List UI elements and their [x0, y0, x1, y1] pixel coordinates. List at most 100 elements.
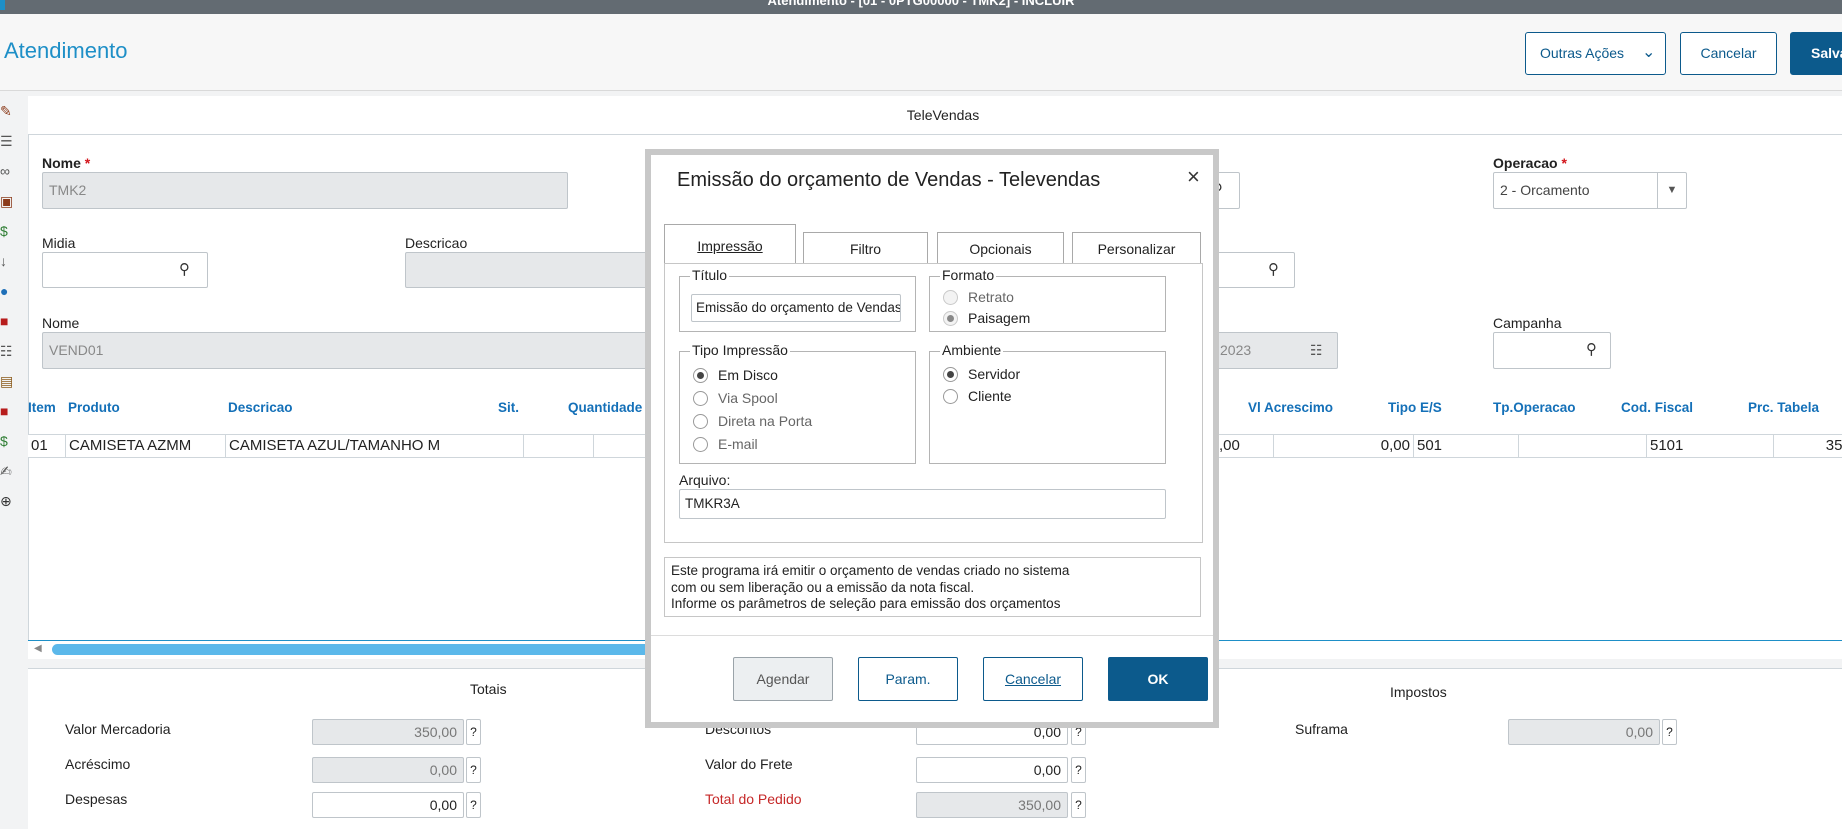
- dialog-description: Este programa irá emitir o orçamento de …: [664, 557, 1201, 617]
- close-icon[interactable]: ×: [1187, 164, 1200, 190]
- campanha-field[interactable]: ⚲: [1493, 332, 1611, 369]
- cell-tipo-es: 501: [1414, 435, 1519, 457]
- description-line: com ou sem liberação ou a emissão da not…: [671, 579, 975, 595]
- grid-header-item[interactable]: Item: [28, 400, 56, 415]
- search-icon[interactable]: ⚲: [179, 260, 190, 278]
- valor-mercadoria-field[interactable]: 350,00: [312, 719, 464, 745]
- acrescimo-field[interactable]: 0,00: [312, 757, 464, 783]
- despesas-field[interactable]: 0,00: [312, 792, 464, 818]
- grid-header-prc-tabela[interactable]: Prc. Tabela: [1748, 400, 1819, 415]
- clipboard-icon[interactable]: ☷: [0, 341, 14, 361]
- help-button[interactable]: ?: [466, 792, 481, 818]
- scroll-thumb[interactable]: [52, 644, 672, 655]
- retrato-radio[interactable]: [943, 290, 958, 305]
- more-actions-label: Outras Ações: [1540, 45, 1625, 61]
- email-radio[interactable]: [693, 437, 708, 452]
- grid-header-quantidade[interactable]: Quantidade: [568, 400, 642, 415]
- em-disco-radio[interactable]: [693, 368, 708, 383]
- tab-filtro-label: Filtro: [849, 241, 882, 257]
- tab-impostos[interactable]: Impostos: [1390, 684, 1447, 700]
- tab-opcionais-label: Opcionais: [969, 241, 1032, 257]
- help-button[interactable]: ?: [466, 719, 481, 745]
- grid-header-produto[interactable]: Produto: [68, 400, 120, 415]
- grid-header-vl-acrescimo[interactable]: Vl Acrescimo: [1248, 400, 1333, 415]
- cell-descricao: CAMISETA AZUL/TAMANHO M: [226, 435, 524, 457]
- tab-personalizar[interactable]: Personalizar: [1072, 232, 1201, 263]
- cliente-radio[interactable]: [943, 389, 958, 404]
- package-icon[interactable]: ■: [0, 311, 14, 331]
- dialog-cancel-button[interactable]: Cancelar: [983, 657, 1083, 701]
- tab-impressao-label: Impressão: [697, 238, 763, 254]
- direta-porta-radio[interactable]: [693, 414, 708, 429]
- help-button[interactable]: ?: [466, 757, 481, 783]
- midia-field[interactable]: ⚲: [42, 252, 208, 288]
- money-icon[interactable]: $: [0, 221, 14, 241]
- grid-header-cod-fiscal[interactable]: Cod. Fiscal: [1621, 400, 1693, 415]
- suframa-field[interactable]: 0,00: [1508, 719, 1660, 745]
- edit-icon[interactable]: ✎: [0, 101, 14, 121]
- cliente-label: Cliente: [968, 388, 1012, 404]
- scroll-left-icon[interactable]: ◀: [34, 643, 42, 654]
- suframa-label: Suframa: [1295, 721, 1348, 737]
- paisagem-radio[interactable]: [943, 311, 958, 326]
- tab-impressao[interactable]: Impressão: [664, 224, 796, 264]
- page-title: Atendimento: [4, 38, 128, 63]
- more-actions-button[interactable]: Outras Ações ⌄: [1525, 32, 1666, 75]
- descricao-field[interactable]: [405, 252, 655, 288]
- report-icon[interactable]: ▤: [0, 371, 14, 391]
- date-value: 2023: [1220, 342, 1252, 358]
- via-spool-radio[interactable]: [693, 391, 708, 406]
- save-button[interactable]: Salvar: [1790, 32, 1842, 75]
- notes-icon[interactable]: ✍: [0, 461, 14, 481]
- link-icon[interactable]: ∞: [0, 161, 14, 181]
- vendedor-field[interactable]: VEND01: [42, 332, 662, 369]
- servidor-radio[interactable]: [943, 367, 958, 382]
- cancel-button[interactable]: Cancelar: [1680, 32, 1777, 75]
- help-button[interactable]: ?: [1662, 719, 1677, 745]
- formato-legend: Formato: [940, 267, 997, 283]
- caret-down-icon: ▼: [1657, 173, 1686, 208]
- paisagem-label: Paisagem: [968, 310, 1031, 326]
- cell-cod-fiscal: 5101: [1647, 435, 1774, 457]
- tab-televendas[interactable]: TeleVendas: [28, 96, 1842, 135]
- grid-header-descricao[interactable]: Descricao: [228, 400, 293, 415]
- grid-header-sit[interactable]: Sit.: [498, 400, 519, 415]
- valor-mercadoria-label: Valor Mercadoria: [65, 721, 171, 737]
- cell-produto: CAMISETA AZMM: [66, 435, 226, 457]
- document-icon[interactable]: ☰: [0, 131, 14, 151]
- help-button[interactable]: ?: [1071, 792, 1086, 818]
- tab-opcionais[interactable]: Opcionais: [937, 232, 1064, 263]
- lock-icon[interactable]: ⊕: [0, 491, 14, 511]
- help-button[interactable]: ?: [1071, 757, 1086, 783]
- tab-filtro[interactable]: Filtro: [803, 232, 928, 263]
- titulo-input[interactable]: Emissão do orçamento de Vendas: [691, 294, 901, 322]
- arquivo-input[interactable]: TMKR3A: [679, 489, 1166, 519]
- grid-header-tp-operacao[interactable]: Tp.Operacao: [1493, 400, 1576, 415]
- valor-frete-field[interactable]: 0,00: [916, 757, 1068, 783]
- dialog-footer-divider: [651, 635, 1213, 636]
- retrato-label: Retrato: [968, 289, 1014, 305]
- nome-label: Nome *: [42, 155, 90, 171]
- nome-field[interactable]: TMK2: [42, 172, 568, 209]
- search-icon[interactable]: ⚲: [1586, 340, 1597, 358]
- search-icon[interactable]: ⚲: [1268, 260, 1279, 278]
- ok-button[interactable]: OK: [1108, 657, 1208, 701]
- description-line: Este programa irá emitir o orçamento de …: [671, 563, 1070, 578]
- cell-tp-operacao: [1519, 435, 1647, 457]
- agendar-button[interactable]: Agendar: [733, 657, 833, 701]
- required-mark: *: [84, 155, 91, 171]
- calendar-icon[interactable]: ☷: [1310, 333, 1323, 368]
- truck-icon[interactable]: ■: [0, 401, 14, 421]
- total-pedido-field[interactable]: 350,00: [916, 792, 1068, 818]
- globe-icon[interactable]: ●: [0, 281, 14, 301]
- total-pedido-label: Total do Pedido: [705, 791, 802, 807]
- download-icon[interactable]: ↓: [0, 251, 14, 271]
- param-button[interactable]: Param.: [858, 657, 958, 701]
- grid-header-tipo-es[interactable]: Tipo E/S: [1388, 400, 1442, 415]
- box-icon[interactable]: ▣: [0, 191, 14, 211]
- cash-icon[interactable]: $: [0, 431, 14, 451]
- midia-label: Midia: [42, 235, 76, 251]
- date-field[interactable]: 2023 ☷: [1200, 332, 1338, 369]
- operacao-select[interactable]: 2 - Orcamento ▼: [1493, 172, 1687, 209]
- tab-totais[interactable]: Totais: [470, 681, 507, 697]
